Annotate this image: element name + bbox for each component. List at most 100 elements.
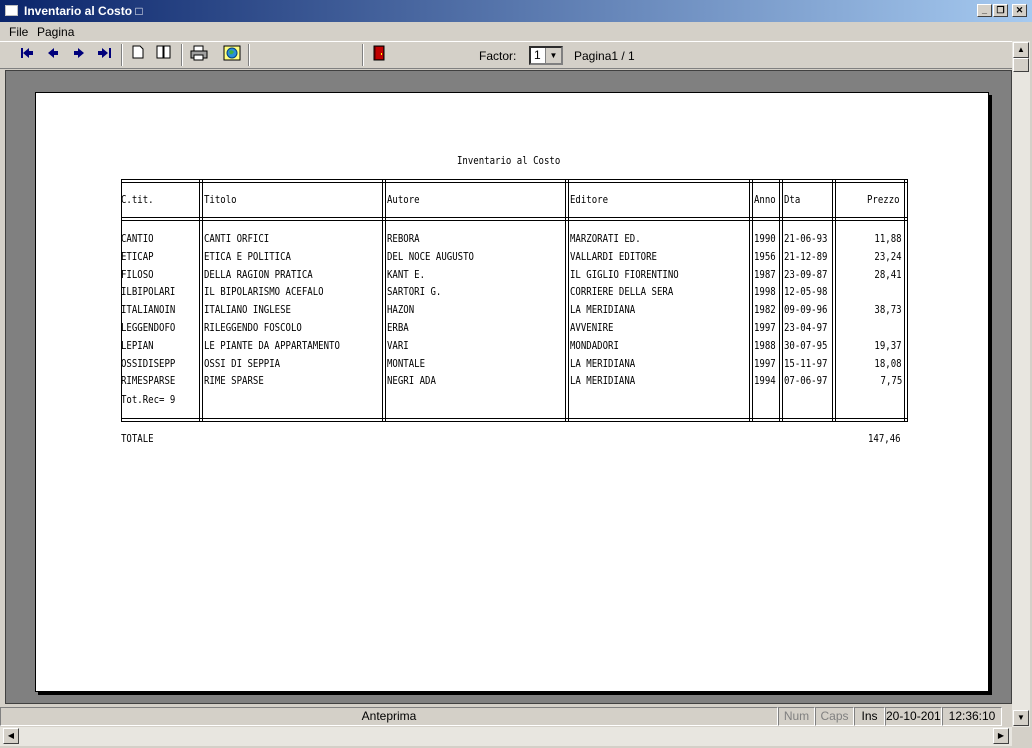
status-time: 12:36:10 [942,707,1002,726]
cell-titolo: OSSI DI SEPPIA [204,357,281,370]
cell-dta: 15-11-97 [784,357,828,370]
menu-bar: File Pagina [0,22,1032,41]
toolbar: Factor: 1 ▼ Pagina1 / 1 [0,41,1012,69]
cell-autore: ERBA [387,322,409,334]
status-ins: Ins [854,707,885,726]
menu-pagina[interactable]: Pagina [37,25,74,39]
report-page: Inventario al Costo C.tit. Titolo Autore… [35,92,989,692]
two-pages-icon[interactable] [153,45,175,65]
header-prezzo: Prezzo [867,194,900,206]
cell-ctit: CANTIO [121,233,154,245]
cell-ctit: RIMESPARSE [121,375,176,388]
scroll-down-icon[interactable]: ▼ [1013,710,1029,726]
cell-anno: 1994 [754,375,776,388]
status-mode: Anteprima [0,707,778,726]
header-anno: Anno [754,194,776,206]
vertical-scrollbar[interactable]: ▲ ▼ [1012,41,1030,727]
cell-autore: SARTORI G. [387,286,442,299]
total-label: TOTALE [121,433,154,445]
cell-autore: NEGRI ADA [387,375,436,388]
next-page-icon[interactable] [68,45,90,65]
last-page-icon[interactable] [94,45,116,65]
cell-dta: 23-04-97 [784,322,828,334]
cell-dta: 23-09-87 [784,268,828,281]
minimize-button[interactable]: _ [977,4,992,17]
cell-prezzo: 18,08 [874,357,902,370]
report-title: Inventario al Costo [457,155,561,167]
cell-editore: IL GIGLIO FIORENTINO [570,268,679,281]
cell-titolo: CANTI ORFICI [204,233,270,245]
restore-button[interactable]: ❐ [993,4,1008,17]
cell-titolo: ITALIANO INGLESE [204,304,291,317]
single-page-icon[interactable] [127,45,149,65]
scroll-up-icon[interactable]: ▲ [1013,42,1029,58]
cell-anno: 1990 [754,233,776,245]
cell-dta: 09-09-96 [784,304,828,317]
horizontal-scrollbar[interactable]: ◀ ▶ [0,727,1012,746]
cell-prezzo: 28,41 [874,268,902,281]
cell-dta: 07-06-97 [784,375,828,388]
header-editore: Editore [570,194,609,206]
cell-anno: 1982 [754,304,776,317]
cell-titolo: RIME SPARSE [204,375,264,388]
cell-ctit: LEPIAN [121,339,154,352]
cell-editore: LA MERIDIANA [570,357,636,370]
cell-titolo: ETICA E POLITICA [204,250,291,263]
cell-prezzo: 19,37 [874,339,902,352]
cell-titolo: DELLA RAGION PRATICA [204,268,313,281]
close-button[interactable]: ✕ [1012,4,1027,17]
page-indicator: Pagina1 / 1 [574,49,635,63]
cell-dta: 21-06-93 [784,233,828,245]
cell-prezzo: 7,75 [880,375,902,388]
menu-file[interactable]: File [9,25,28,39]
cell-dta: 12-05-98 [784,286,828,299]
cell-autore: MONTALE [387,357,426,370]
cell-anno: 1956 [754,250,776,263]
cell-anno: 1998 [754,286,776,299]
scroll-thumb[interactable] [1013,58,1029,72]
cell-autore: DEL NOCE AUGUSTO [387,250,474,263]
cell-ctit: ETICAP [121,250,154,263]
first-page-icon[interactable] [16,45,38,65]
cell-anno: 1988 [754,339,776,352]
factor-label: Factor: [479,49,517,63]
header-ctit: C.tit. [121,194,154,206]
factor-select[interactable]: 1 ▼ [529,46,563,65]
title-bar: Inventario al Costo □ _ ❐ ✕ [0,0,1032,22]
cell-anno: 1997 [754,322,776,334]
scroll-right-icon[interactable]: ▶ [993,728,1009,744]
print-icon[interactable] [188,45,210,65]
cell-autore: REBORA [387,233,420,245]
cell-prezzo: 11,88 [874,233,902,245]
cell-editore: MONDADORI [570,339,619,352]
cell-editore: LA MERIDIANA [570,304,636,317]
cell-ctit: LEGGENDOFO [121,322,176,334]
cell-ctit: FILOSO [121,268,154,281]
record-count: Tot.Rec= 9 [121,394,176,406]
cell-dta: 30-07-95 [784,339,828,352]
cell-dta: 21-12-89 [784,250,828,263]
cell-prezzo: 23,24 [874,250,902,263]
cell-ctit: ILBIPOLARI [121,286,176,299]
cell-editore: AVVENIRE [570,322,614,334]
preview-area[interactable]: Inventario al Costo C.tit. Titolo Autore… [5,70,1012,704]
header-titolo: Titolo [204,194,237,206]
status-date: 20-10-2015 [885,707,942,726]
exit-door-icon[interactable] [368,45,390,65]
cell-anno: 1997 [754,357,776,370]
total-value: 147,46 [868,433,901,445]
cell-editore: VALLARDI EDITORE [570,250,657,263]
cell-editore: CORRIERE DELLA SERA [570,286,674,299]
window-title: Inventario al Costo □ [24,4,143,18]
chevron-down-icon[interactable]: ▼ [545,48,561,63]
cell-titolo: LE PIANTE DA APPARTAMENTO [204,339,340,352]
cell-autore: KANT E. [387,268,426,281]
cell-anno: 1987 [754,268,776,281]
prev-page-icon[interactable] [42,45,64,65]
scroll-left-icon[interactable]: ◀ [3,728,19,744]
export-icon[interactable] [221,45,243,65]
status-caps: Caps [815,707,854,726]
status-bar: Anteprima Num Caps Ins 20-10-2015 12:36:… [0,706,1012,727]
status-num: Num [778,707,815,726]
header-autore: Autore [387,194,420,206]
